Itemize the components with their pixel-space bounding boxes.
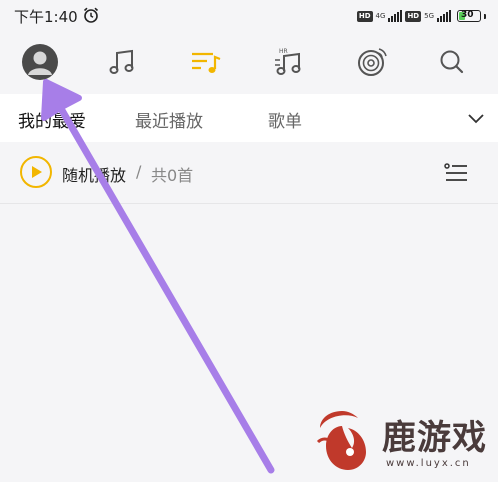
avatar-icon: [22, 44, 58, 80]
network-type: 4G: [376, 12, 386, 20]
music-note-icon: [109, 49, 134, 74]
song-count: 共0首: [151, 166, 194, 185]
tab-music[interactable]: [102, 42, 142, 82]
search-icon: [440, 50, 464, 74]
watermark: 鹿游戏 www.luyx.cn: [312, 408, 498, 481]
tab-hr-music[interactable]: HR: [268, 42, 308, 82]
battery-icon: 30: [457, 10, 481, 22]
shuffle-play-row: 随机播放 / 共0首: [0, 143, 498, 204]
tab-playlists[interactable]: 歌单: [268, 107, 302, 132]
signal-strength-icon: [388, 10, 403, 22]
status-time: 下午1:40: [14, 8, 78, 26]
watermark-url: www.luyx.cn: [386, 458, 471, 469]
tab-radio[interactable]: [352, 42, 392, 82]
playlist-icon: [192, 52, 221, 73]
network-type-label-2: 5G: [424, 12, 434, 20]
deer-logo-icon: [316, 411, 366, 470]
category-tabs: 我的最爱 最近播放 歌单: [0, 94, 498, 142]
tab-recent[interactable]: 最近播放: [135, 107, 203, 132]
shuffle-play-label[interactable]: 随机播放: [62, 162, 126, 186]
list-manage-icon[interactable]: [444, 162, 468, 184]
alarm-clock-icon: [83, 7, 99, 23]
status-indicators: HD 4G HD 5G 30: [356, 7, 486, 25]
radio-disc-icon: [358, 48, 387, 76]
tab-playlist[interactable]: [186, 42, 226, 82]
svg-text:HR: HR: [279, 48, 288, 55]
watermark-text: 鹿游戏: [382, 418, 487, 458]
hd-badge-2: HD: [405, 10, 422, 22]
avatar-button[interactable]: [20, 42, 60, 82]
search-button[interactable]: [432, 42, 472, 82]
network-type-2: 5G: [424, 12, 434, 20]
play-icon: [32, 166, 42, 178]
signal-strength-icon-2: [437, 10, 451, 22]
battery-tip: [484, 13, 486, 19]
tab-favorites[interactable]: 我的最爱: [18, 107, 86, 132]
hr-music-icon: HR: [275, 48, 301, 75]
battery-level-text: 30: [461, 10, 474, 20]
status-bar: 下午1:40 HD 4G HD 5G 30: [0, 0, 498, 32]
separator: /: [136, 162, 142, 181]
shuffle-play-button[interactable]: [20, 156, 52, 188]
chevron-down-icon[interactable]: [466, 108, 486, 128]
top-nav: HR: [0, 36, 498, 90]
network-type-label: 4G: [375, 12, 386, 20]
hd-badge: HD: [356, 10, 373, 22]
